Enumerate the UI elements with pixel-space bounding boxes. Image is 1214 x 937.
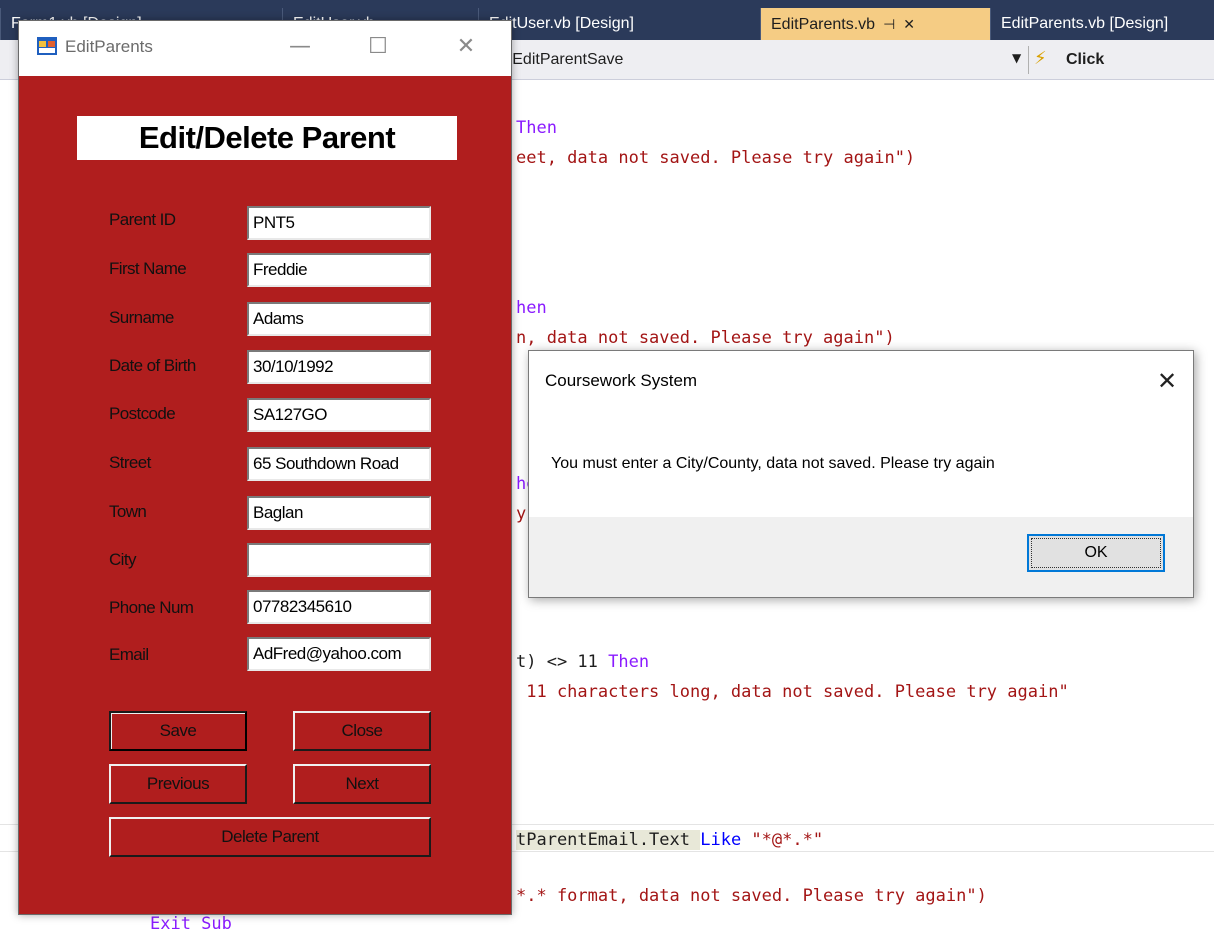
email-field[interactable]: AdFred@yahoo.com — [247, 637, 431, 671]
close-icon[interactable]: ✕ — [1147, 363, 1187, 399]
label-postcode: Postcode — [109, 404, 176, 423]
code-keyword: Then — [608, 652, 650, 672]
tab-editparents-design[interactable]: EditParents.vb [Design] — [990, 8, 1214, 40]
next-button[interactable]: Next — [293, 764, 431, 804]
window-title: EditParents — [65, 37, 153, 56]
tab-label: EditParents.vb [Design] — [1001, 15, 1169, 32]
delete-parent-button[interactable]: Delete Parent — [109, 817, 431, 857]
first-name-field[interactable]: Freddie — [247, 253, 431, 287]
code-keyword: Like — [700, 830, 742, 850]
tab-editparents[interactable]: EditParents.vb ⊣ ✕ — [760, 8, 990, 40]
label-parent-id: Parent ID — [109, 210, 176, 229]
close-button[interactable]: Close — [293, 711, 431, 751]
label-city: City — [109, 550, 136, 569]
minimize-icon[interactable]: — — [277, 29, 323, 67]
label-date-of-birth: Date of Birth — [109, 356, 196, 375]
code-string: "*@*.*" — [741, 830, 824, 850]
dialog-title: Coursework System — [545, 371, 698, 390]
close-icon[interactable]: ✕ — [443, 29, 489, 67]
message-box-dialog: Coursework System ✕ You must enter a Cit… — [528, 350, 1194, 598]
close-tab-icon[interactable]: ✕ — [903, 16, 915, 32]
label-town: Town — [109, 502, 147, 521]
town-field[interactable]: Baglan — [247, 496, 431, 530]
label-phone-num: Phone Num — [109, 598, 194, 617]
event-lightning-icon: ⚡ — [1034, 48, 1047, 69]
label-street: Street — [109, 453, 151, 472]
code-line: hen — [516, 298, 547, 318]
dialog-footer: OK — [529, 517, 1193, 597]
previous-button[interactable]: Previous — [109, 764, 247, 804]
event-dropdown[interactable]: Click — [1066, 51, 1104, 69]
code-line: 11 characters long, data not saved. Plea… — [516, 682, 1069, 702]
tab-label: EditParents.vb — [771, 16, 876, 33]
edit-parents-window: EditParents — ☐ ✕ Edit/Delete Parent Par… — [18, 20, 512, 915]
code-text: t) <> 11 — [516, 652, 609, 672]
label-email: Email — [109, 645, 149, 664]
code-line: eet, data not saved. Please try again") — [516, 148, 916, 168]
maximize-icon[interactable]: ☐ — [355, 29, 401, 67]
code-line: *.* format, data not saved. Please try a… — [516, 886, 987, 906]
pin-icon[interactable]: ⊣ — [883, 16, 895, 32]
code-line: n, data not saved. Please try again") — [516, 328, 895, 348]
window-titlebar[interactable]: EditParents — ☐ ✕ — [19, 21, 511, 76]
code-line: tParentEmail.Text Like "*@*.*" — [516, 830, 823, 850]
dialog-message: You must enter a City/County, data not s… — [551, 455, 995, 472]
focus-rectangle — [1031, 538, 1161, 568]
tab-edituser-design[interactable]: EditUser.vb [Design] — [478, 8, 760, 40]
parent-id-field[interactable]: PNT5 — [247, 206, 431, 240]
app-form-icon — [37, 37, 57, 55]
city-field[interactable] — [247, 543, 431, 577]
phone-num-field[interactable]: 07782345610 — [247, 590, 431, 624]
date-of-birth-field[interactable]: 30/10/1992 — [247, 350, 431, 384]
label-first-name: First Name — [109, 259, 187, 278]
postcode-field[interactable]: SA127GO — [247, 398, 431, 432]
dropdown-arrow-icon[interactable]: ▼ — [1012, 51, 1021, 65]
code-line: t) <> 11 Then — [516, 652, 649, 672]
divider — [1028, 46, 1029, 74]
surname-field[interactable]: Adams — [247, 302, 431, 336]
save-button[interactable]: Save — [109, 711, 247, 751]
label-surname: Surname — [109, 308, 174, 327]
code-line: Then — [516, 118, 557, 138]
form-heading: Edit/Delete Parent — [77, 116, 457, 160]
street-field[interactable]: 65 Southdown Road — [247, 447, 431, 481]
ok-button[interactable]: OK — [1027, 534, 1165, 572]
code-line: Exit Sub — [150, 914, 232, 934]
code-text: tParentEmail.Text — [516, 830, 701, 850]
